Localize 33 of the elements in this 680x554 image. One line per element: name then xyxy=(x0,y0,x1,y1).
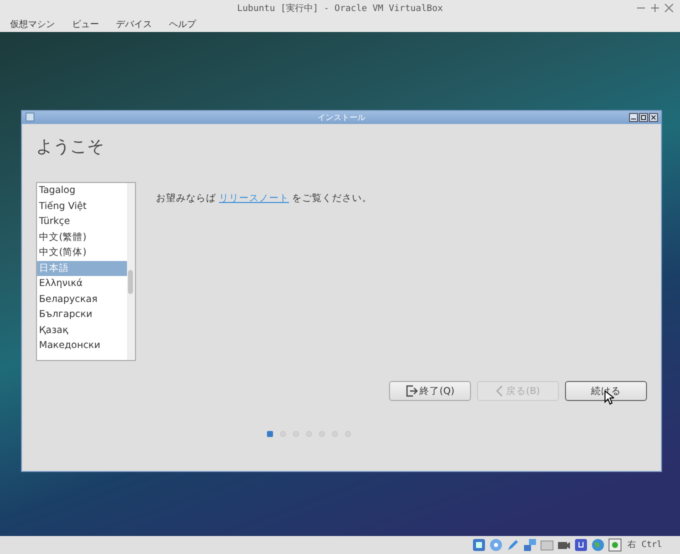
disc-icon[interactable] xyxy=(489,538,504,552)
chevron-left-icon xyxy=(496,385,504,397)
language-item[interactable]: Ελληνικά xyxy=(37,276,127,292)
scrollbar-thumb[interactable] xyxy=(128,270,133,294)
page-heading: ようこそ xyxy=(36,136,105,158)
host-key-label: 右 Ctrl xyxy=(627,539,662,551)
language-item[interactable]: 中文(繁體) xyxy=(37,230,127,245)
menu-item[interactable]: ヘルプ xyxy=(169,18,196,31)
usb-icon[interactable] xyxy=(574,538,588,552)
quit-button[interactable]: 終了(Q) xyxy=(389,381,471,401)
language-item[interactable]: Македонски xyxy=(37,338,127,354)
network-icon[interactable] xyxy=(523,538,538,552)
maximize-icon[interactable] xyxy=(639,113,648,122)
language-item[interactable]: Türkçe xyxy=(37,214,127,230)
pen-icon[interactable] xyxy=(506,538,520,552)
exit-icon xyxy=(406,385,418,397)
keyboard-capture-icon[interactable] xyxy=(608,538,622,552)
window-title: Lubuntu [実行中] - Oracle VM VirtualBox xyxy=(237,2,443,15)
close-icon[interactable] xyxy=(649,113,658,122)
globe-icon[interactable] xyxy=(591,538,606,552)
language-item[interactable]: Български xyxy=(37,307,127,322)
menu-item[interactable]: 仮想マシン xyxy=(10,18,55,31)
minimize-icon[interactable] xyxy=(629,113,638,122)
language-item[interactable]: Tiếng Việt xyxy=(37,198,127,214)
release-notes-text: お望みならば リリースノート をご覧ください。 xyxy=(156,192,372,206)
menu-item[interactable]: デバイス xyxy=(116,18,152,31)
installer-app-icon xyxy=(25,112,35,122)
language-item[interactable]: Беларуская xyxy=(37,292,127,307)
language-item[interactable]: Tagalog xyxy=(37,183,127,198)
menu-item[interactable]: ビュー xyxy=(72,18,99,31)
language-item[interactable]: 中文(简体) xyxy=(37,245,127,260)
installer-title: インストール xyxy=(318,112,366,123)
language-item[interactable]: Қазақ xyxy=(37,322,127,338)
